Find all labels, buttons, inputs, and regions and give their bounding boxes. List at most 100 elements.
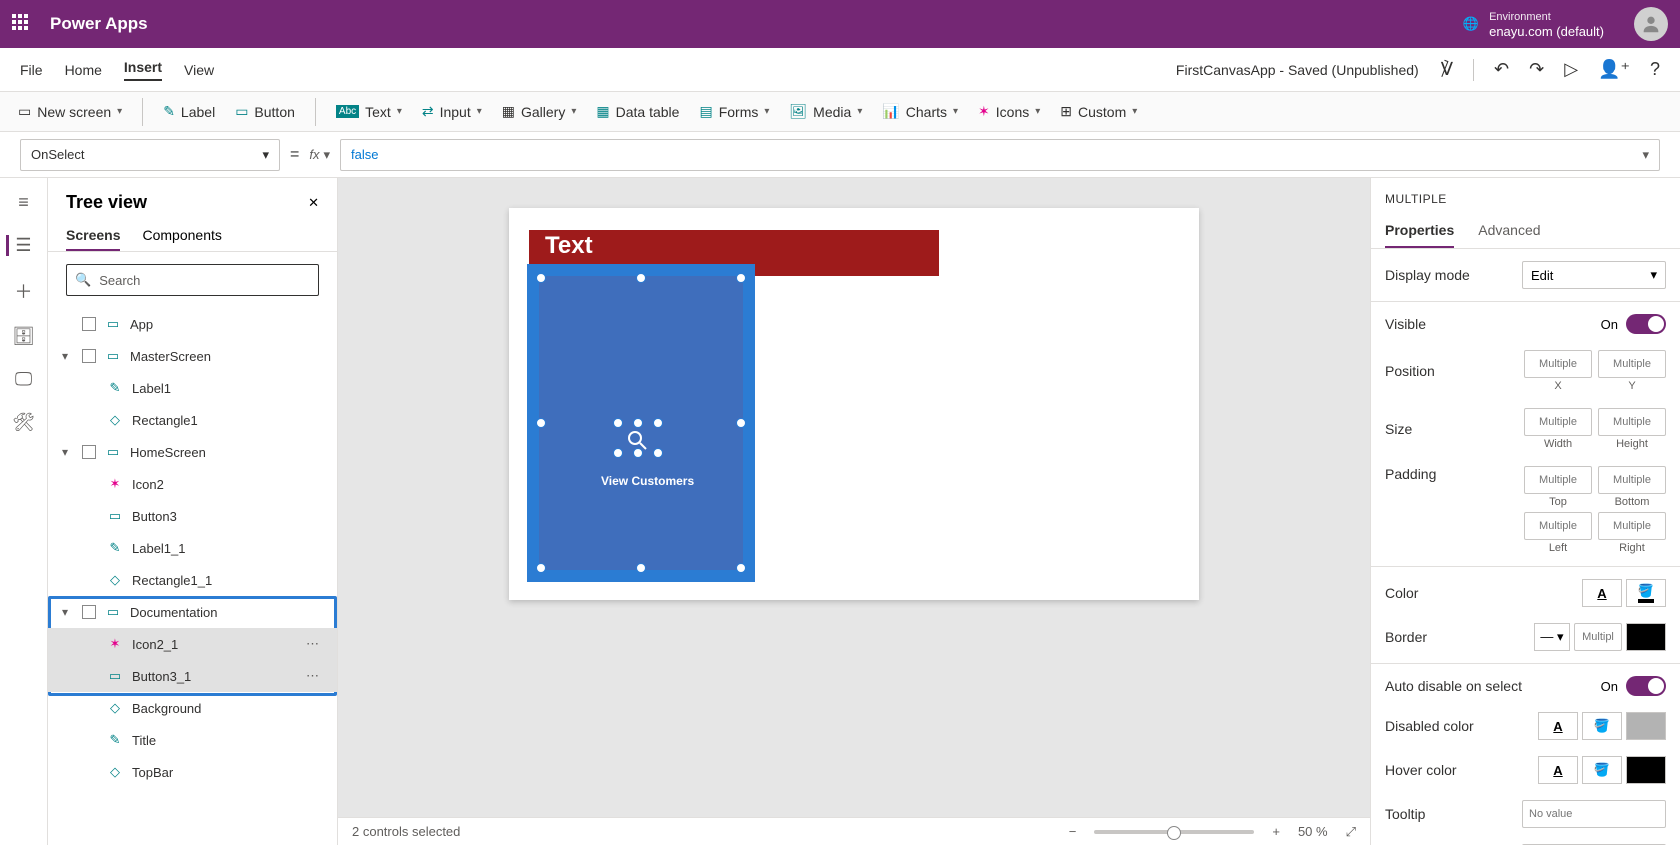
tree-search-input[interactable]: 🔍 Search [66,264,319,296]
prop-tooltip-input[interactable] [1522,800,1666,828]
cmd-custom[interactable]: ⊞Custom▾ [1060,103,1137,120]
rail-data-icon[interactable]: 🗄 [12,326,35,347]
property-dropdown[interactable]: OnSelect▾ [20,139,280,171]
prop-autodisable-toggle[interactable] [1626,676,1666,696]
prop-visible-toggle[interactable] [1626,314,1666,334]
prop-hover-fill[interactable]: 🪣 [1582,756,1622,784]
prop-hover-font[interactable]: A [1538,756,1578,784]
tree-item-rectangle1_1[interactable]: ◇Rectangle1_1 [48,564,337,596]
prop-fill-color[interactable]: 🪣 [1626,579,1666,607]
share-icon[interactable]: 👤⁺ [1598,59,1630,80]
resize-handle[interactable] [633,448,643,458]
prop-padding-right[interactable] [1598,512,1666,540]
resize-handle[interactable] [613,448,623,458]
cmd-datatable[interactable]: ▦Data table [596,103,679,120]
cmd-label[interactable]: ✎Label [163,103,215,120]
zoom-in-icon[interactable]: + [1272,824,1280,839]
rail-hamburger-icon[interactable]: ≡ [18,192,29,213]
prop-padding-top[interactable] [1524,466,1592,494]
environment-picker[interactable]: 🌐 Environment enayu.com (default) [1463,8,1604,40]
tree-item-title[interactable]: ✎Title [48,724,337,756]
rail-tools-icon[interactable]: 🛠 [12,412,35,433]
tree-item-button3_1[interactable]: ▭Button3_1⋯ [48,660,337,692]
prop-position-x[interactable] [1524,350,1592,378]
resize-handle[interactable] [736,273,746,283]
resize-handle[interactable] [636,563,646,573]
cmd-input[interactable]: ⇄Input▾ [422,103,482,120]
rail-media-icon[interactable]: 🖵 [15,369,32,390]
cmd-forms[interactable]: ▤Forms▾ [699,103,769,120]
fit-screen-icon[interactable]: ⤢ [1346,824,1356,840]
text-icon: Abc [336,105,359,118]
avatar[interactable] [1634,7,1668,41]
resize-handle[interactable] [653,418,663,428]
menu-insert[interactable]: Insert [124,59,162,81]
resize-handle[interactable] [636,273,646,283]
prop-hover-bg[interactable] [1626,756,1666,784]
prop-font-color[interactable]: A [1582,579,1622,607]
tree-item-label1[interactable]: ✎Label1 [48,372,337,404]
zoom-slider[interactable] [1094,830,1254,834]
formula-input[interactable]: false▾ [340,139,1660,171]
tree-title: Tree view [66,192,147,213]
cmd-gallery[interactable]: ▦Gallery▾ [502,103,577,120]
prop-padding-left[interactable] [1524,512,1592,540]
app-launcher-icon[interactable] [12,14,32,34]
prop-border-color[interactable] [1626,623,1666,651]
cmd-new-screen[interactable]: ▭New screen▾ [18,103,122,120]
resize-handle[interactable] [536,563,546,573]
prop-border-width[interactable] [1574,623,1622,651]
tree-item-app[interactable]: ▭App [48,308,337,340]
resize-handle[interactable] [536,418,546,428]
cmd-text[interactable]: AbcText▾ [336,104,402,120]
tree-item-label1_1[interactable]: ✎Label1_1 [48,532,337,564]
app-checker-icon[interactable]: ℣ [1441,59,1453,80]
menu-home[interactable]: Home [65,62,102,78]
rail-add-icon[interactable]: ＋ [15,278,33,304]
title-label[interactable]: Text [545,232,593,260]
tab-properties[interactable]: Properties [1385,222,1454,248]
help-icon[interactable]: ? [1650,59,1660,80]
cmd-icons[interactable]: ✶Icons▾ [978,103,1040,120]
prop-position-y[interactable] [1598,350,1666,378]
prop-disabled-font[interactable]: A [1538,712,1578,740]
zoom-out-icon[interactable]: − [1069,824,1077,839]
cmd-charts[interactable]: 📊Charts▾ [882,103,958,120]
tree-item-rectangle1[interactable]: ◇Rectangle1 [48,404,337,436]
menu-file[interactable]: File [20,62,43,78]
tab-advanced[interactable]: Advanced [1478,222,1540,248]
design-screen[interactable]: Text View Customers [509,208,1199,600]
cmd-button[interactable]: ▭Button [235,103,295,120]
play-icon[interactable]: ▷ [1564,59,1578,80]
menu-view[interactable]: View [184,62,214,78]
prop-padding-bottom[interactable] [1598,466,1666,494]
prop-size-h[interactable] [1598,408,1666,436]
resize-handle[interactable] [736,563,746,573]
tree-item-masterscreen[interactable]: ▾▭MasterScreen [48,340,337,372]
rail-tree-icon[interactable]: ☰ [6,235,31,256]
prop-display-mode-dropdown[interactable]: Edit▾ [1522,261,1666,289]
redo-icon[interactable]: ↷ [1529,59,1544,80]
prop-disabled-fill[interactable]: 🪣 [1582,712,1622,740]
fx-dropdown[interactable]: fx▾ [309,147,330,163]
tab-screens[interactable]: Screens [66,221,120,251]
prop-border-style[interactable]: — ▾ [1534,623,1570,651]
prop-disabled-bg[interactable] [1626,712,1666,740]
undo-icon[interactable]: ↶ [1494,59,1509,80]
tree-item-documentation[interactable]: ▾▭Documentation [48,596,337,628]
cmd-media[interactable]: 🖼Media▾ [789,103,862,120]
tree-item-topbar[interactable]: ◇TopBar [48,756,337,788]
prop-size-w[interactable] [1524,408,1592,436]
resize-handle[interactable] [736,418,746,428]
resize-handle[interactable] [613,418,623,428]
tree-item-icon2[interactable]: ✶Icon2 [48,468,337,500]
tree-item-background[interactable]: ◇Background [48,692,337,724]
close-icon[interactable]: ✕ [308,195,319,211]
resize-handle[interactable] [536,273,546,283]
tree-item-button3[interactable]: ▭Button3 [48,500,337,532]
tree-item-homescreen[interactable]: ▾▭HomeScreen [48,436,337,468]
resize-handle[interactable] [633,418,643,428]
tree-item-icon2_1[interactable]: ✶Icon2_1⋯ [48,628,337,660]
tab-components[interactable]: Components [142,221,221,251]
resize-handle[interactable] [653,448,663,458]
